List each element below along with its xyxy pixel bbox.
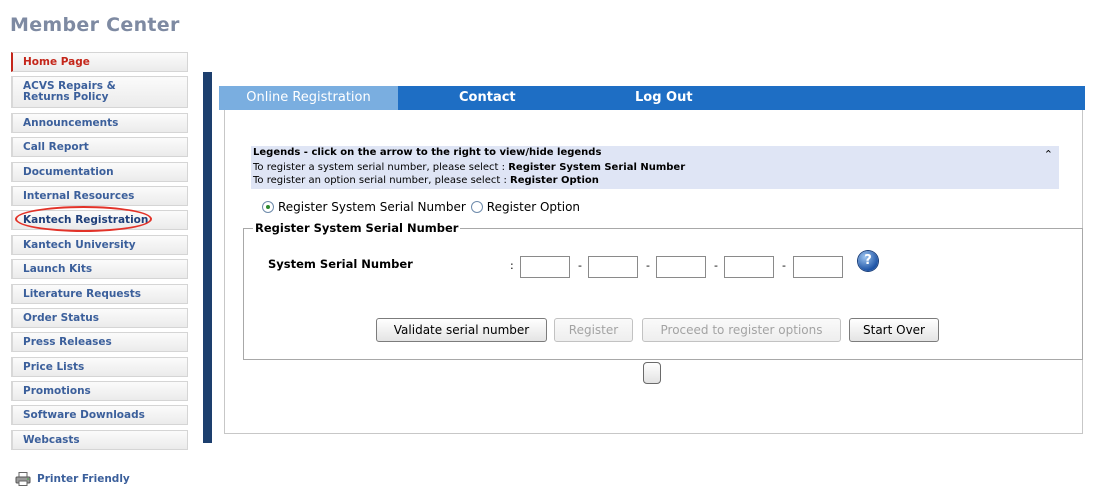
legend-line-option: To register an option serial number, ple…	[253, 175, 599, 186]
serial-segment-3[interactable]	[656, 256, 706, 278]
proceed-register-options-button[interactable]: Proceed to register options	[642, 318, 841, 342]
system-serial-number-label: System Serial Number	[268, 257, 413, 271]
printer-friendly-label: Printer Friendly	[37, 473, 130, 485]
sidebar-item-acvs-repairs[interactable]: ACVS Repairs & Returns Policy	[11, 76, 188, 109]
sidebar-item-label: Launch Kits	[23, 263, 93, 276]
sidebar-item-home-page[interactable]: Home Page	[11, 52, 188, 72]
sidebar-item-internal-resources[interactable]: Internal Resources	[11, 185, 188, 206]
validate-serial-button[interactable]: Validate serial number	[376, 318, 547, 342]
sidebar-item-launch-kits[interactable]: Launch Kits	[11, 259, 188, 280]
sidebar-item-label: Press Releases	[23, 336, 112, 349]
serial-segment-2[interactable]	[588, 256, 638, 278]
sidebar-item-label: Literature Requests	[23, 287, 141, 300]
sidebar-item-label: Order Status	[23, 311, 99, 324]
serial-dash: -	[714, 259, 718, 272]
field-separator: :	[510, 259, 514, 272]
sidebar-item-label: Home Page	[23, 56, 90, 68]
page-title: Member Center	[10, 14, 180, 36]
serial-dash: -	[782, 259, 786, 272]
serial-segment-5[interactable]	[793, 256, 843, 278]
register-button[interactable]: Register	[554, 318, 633, 342]
sidebar-item-label: Call Report	[23, 141, 89, 154]
sidebar-item-label: ACVS Repairs & Returns Policy	[23, 80, 116, 104]
serial-segment-1[interactable]	[520, 256, 570, 278]
radio-register-option[interactable]	[470, 201, 483, 213]
sidebar-item-label: Price Lists	[23, 360, 85, 373]
sidebar-item-announcements[interactable]: Announcements	[11, 112, 188, 133]
sidebar-item-label: Webcasts	[23, 433, 80, 446]
radio-label-register-option: Register Option	[486, 200, 581, 214]
content-divider-bar	[203, 72, 212, 443]
sidebar-nav: Home Page ACVS Repairs & Returns Policy A…	[11, 52, 188, 454]
sidebar-item-label: Promotions	[23, 385, 91, 398]
sidebar-item-documentation[interactable]: Documentation	[11, 161, 188, 182]
legend-line-system: To register a system serial number, plea…	[253, 162, 686, 173]
radio-register-system-serial[interactable]	[262, 201, 274, 213]
sidebar-item-label: Software Downloads	[23, 409, 145, 422]
printer-friendly-link[interactable]: Printer Friendly	[15, 472, 130, 486]
radio-label-register-system-serial: Register System Serial Number	[278, 200, 466, 214]
sidebar-item-label: Internal Resources	[23, 189, 135, 202]
legend-panel: Legends - click on the arrow to the righ…	[251, 146, 1059, 189]
sidebar-item-webcasts[interactable]: Webcasts	[11, 429, 188, 450]
sidebar-item-label: Documentation	[23, 165, 114, 178]
serial-dash: -	[646, 259, 650, 272]
tab-bar: Online Registration Contact Log Out	[219, 86, 1085, 110]
blank-button[interactable]	[643, 362, 661, 384]
sidebar-item-order-status[interactable]: Order Status	[11, 307, 188, 328]
sidebar-item-software-downloads[interactable]: Software Downloads	[11, 405, 188, 426]
fieldset-title: Register System Serial Number	[253, 221, 461, 235]
tab-contact[interactable]: Contact	[459, 86, 516, 110]
sidebar-item-price-lists[interactable]: Price Lists	[11, 356, 188, 377]
sidebar-item-call-report[interactable]: Call Report	[11, 137, 188, 158]
sidebar-item-promotions[interactable]: Promotions	[11, 381, 188, 402]
serial-segment-4[interactable]	[724, 256, 774, 278]
legend-title: Legends - click on the arrow to the righ…	[253, 147, 602, 158]
sidebar-item-kantech-registration[interactable]: Kantech Registration	[11, 210, 188, 231]
registration-type-group: Register System Serial Number Register O…	[262, 200, 580, 214]
tab-log-out[interactable]: Log Out	[635, 86, 693, 110]
sidebar-item-press-releases[interactable]: Press Releases	[11, 332, 188, 353]
sidebar-item-label: Kantech University	[23, 238, 136, 251]
sidebar-item-literature-requests[interactable]: Literature Requests	[11, 283, 188, 304]
serial-dash: -	[578, 259, 582, 272]
tab-online-registration[interactable]: Online Registration	[219, 86, 398, 110]
start-over-button[interactable]: Start Over	[849, 318, 939, 342]
sidebar-item-label: Announcements	[23, 116, 119, 129]
sidebar-item-kantech-university[interactable]: Kantech University	[11, 234, 188, 255]
collapse-arrows-icon[interactable]: ⌃	[1044, 148, 1053, 161]
sidebar-item-label: Kantech Registration	[23, 214, 149, 227]
printer-icon	[15, 472, 31, 486]
help-icon[interactable]: ?	[858, 251, 878, 271]
